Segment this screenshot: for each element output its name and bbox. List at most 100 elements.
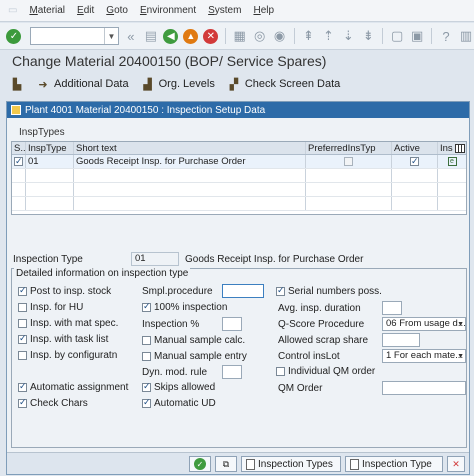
- column-header-select[interactable]: S...: [12, 142, 26, 154]
- inspection-types-button[interactable]: Inspection Types: [241, 456, 341, 472]
- table-row[interactable]: [12, 183, 466, 197]
- allowed-scrap-share-field[interactable]: [382, 333, 420, 347]
- arrow-right-icon: ➜: [38, 78, 48, 91]
- additional-data-button[interactable]: ➜ Additional Data: [36, 77, 128, 91]
- copy-icon: ⧉: [222, 458, 230, 469]
- org-levels-button[interactable]: ▟ Org. Levels: [141, 77, 214, 91]
- find-next-icon[interactable]: ◉: [272, 27, 288, 45]
- allowed-scrap-share-label: Allowed scrap share: [278, 335, 369, 346]
- dyn-mod-rule-field[interactable]: [222, 365, 242, 379]
- save-icon[interactable]: ▤: [143, 27, 159, 45]
- column-header-short-text[interactable]: Short text: [74, 142, 306, 154]
- select-views-icon[interactable]: ▙: [10, 77, 24, 91]
- window-icon: [11, 105, 21, 115]
- row-insp-type: 01: [26, 155, 74, 168]
- manual-sample-calc-checkbox[interactable]: Manual sample calc.: [142, 335, 245, 346]
- automatic-ud-checkbox[interactable]: Automatic UD: [142, 397, 216, 409]
- qm-order-field[interactable]: [382, 381, 466, 395]
- detail-frame-label: Detailed information on inspection type: [14, 268, 191, 279]
- exit-icon[interactable]: ▲: [183, 27, 199, 45]
- document-icon: [350, 458, 359, 470]
- individual-qm-order-checkbox[interactable]: Individual QM order: [276, 366, 375, 377]
- table-row[interactable]: [12, 197, 466, 211]
- last-page-icon[interactable]: ⇟: [360, 27, 376, 45]
- menu-system[interactable]: System: [202, 5, 247, 16]
- manual-sample-entry-checkbox[interactable]: Manual sample entry: [142, 351, 247, 362]
- help-icon[interactable]: ?: [438, 27, 454, 45]
- table-row[interactable]: 01 Goods Receipt Insp. for Purchase Orde…: [12, 155, 466, 169]
- inspection-type-field: 01: [131, 252, 179, 266]
- detail-frame: Detailed information on inspection type …: [11, 268, 467, 448]
- row-preferred-checkbox[interactable]: [344, 156, 353, 166]
- new-session-icon[interactable]: ▢: [389, 27, 405, 45]
- menu-material[interactable]: Material: [23, 5, 71, 16]
- control-inslot-select[interactable]: 1 For each mate... ▼: [382, 349, 466, 363]
- menu-bar: ▭ Material Edit Goto Environment System …: [0, 0, 474, 22]
- column-header-active[interactable]: Active: [392, 142, 438, 154]
- dialog-title-bar: Plant 4001 Material 20400150 : Inspectio…: [7, 102, 469, 118]
- chevron-down-icon[interactable]: ▼: [103, 28, 118, 44]
- command-field[interactable]: ▼: [29, 27, 119, 45]
- row-detail-icon[interactable]: e: [447, 156, 457, 166]
- serial-numbers-checkbox[interactable]: Serial numbers poss.: [276, 285, 382, 297]
- copy-button[interactable]: ⧉: [215, 456, 237, 472]
- standard-toolbar: ✓ ▼ « ▤ ◀ ▲ ✕ ▦ ◎ ◉ ⇞ ⇡ ⇣ ⇟ ▢ ▣ ? ▥: [0, 23, 474, 50]
- chevron-down-icon[interactable]: ▼: [457, 351, 464, 362]
- back-icon[interactable]: ◀: [163, 27, 179, 45]
- chevron-down-icon[interactable]: ▼: [457, 319, 464, 330]
- toolbar-separator: [431, 28, 433, 44]
- dyn-mod-rule-label: Dyn. mod. rule: [142, 367, 208, 378]
- insp-with-task-list-checkbox[interactable]: Insp. with task list: [18, 333, 108, 345]
- avg-insp-duration-field[interactable]: [382, 301, 402, 315]
- check-screen-data-button[interactable]: ▞ Check Screen Data: [227, 77, 341, 91]
- table-row[interactable]: [12, 169, 466, 183]
- shortcut-icon[interactable]: ▣: [409, 27, 425, 45]
- smpl-procedure-field[interactable]: ▭: [222, 284, 264, 298]
- layout-icon[interactable]: ▥: [458, 27, 474, 45]
- row-active-checkbox[interactable]: [410, 155, 419, 168]
- menu-environment[interactable]: Environment: [134, 5, 202, 16]
- column-header-preferred[interactable]: PreferredInsTyp: [306, 142, 392, 154]
- table-settings-icon[interactable]: [454, 143, 465, 153]
- check-screen-icon: ▞: [229, 78, 239, 91]
- previous-page-icon[interactable]: ⇡: [320, 27, 336, 45]
- insp-by-configuratn-checkbox[interactable]: Insp. by configuratn: [18, 350, 117, 361]
- smpl-procedure-label: Smpl.procedure: [142, 286, 213, 297]
- first-page-icon[interactable]: ⇞: [300, 27, 316, 45]
- inspection-type-label: Inspection Type: [13, 254, 83, 265]
- page-title: Change Material 20400150 (BOP/ Service S…: [12, 53, 327, 69]
- control-inslot-label: Control insLot: [278, 351, 340, 362]
- inspection-100-checkbox[interactable]: 100% inspection: [142, 301, 227, 313]
- print-icon[interactable]: ▦: [232, 27, 248, 45]
- inspection-pct-field[interactable]: [222, 317, 242, 331]
- column-header-insp-type[interactable]: InspType: [26, 142, 74, 154]
- menu-edit[interactable]: Edit: [71, 5, 100, 16]
- column-header-ins[interactable]: Ins: [438, 142, 466, 154]
- next-page-icon[interactable]: ⇣: [340, 27, 356, 45]
- enter-check-icon[interactable]: ✓: [6, 27, 22, 45]
- check-chars-checkbox[interactable]: Check Chars: [18, 397, 88, 409]
- application-toolbar: ▙ ➜ Additional Data ▟ Org. Levels ▞ Chec…: [0, 72, 474, 96]
- row-short-text: Goods Receipt Insp. for Purchase Order: [74, 155, 306, 168]
- qscore-procedure-select[interactable]: 06 From usage d... ▼: [382, 317, 466, 331]
- close-icon: ✕: [452, 458, 460, 469]
- org-levels-icon: ▟: [143, 78, 152, 91]
- post-to-insp-stock-checkbox[interactable]: Post to insp. stock: [18, 285, 111, 297]
- continue-button[interactable]: ✓: [189, 456, 211, 472]
- inspection-type-button[interactable]: Inspection Type: [345, 456, 443, 472]
- command-history-icon[interactable]: «: [123, 27, 139, 45]
- avg-insp-duration-label: Avg. insp. duration: [278, 303, 361, 314]
- automatic-assignment-checkbox[interactable]: Automatic assignment: [18, 381, 128, 393]
- menu-goto[interactable]: Goto: [100, 5, 134, 16]
- skips-allowed-checkbox[interactable]: Skips allowed: [142, 381, 215, 393]
- row-select-checkbox[interactable]: [14, 155, 23, 168]
- menu-help[interactable]: Help: [247, 5, 280, 16]
- cancel-icon[interactable]: ✕: [203, 27, 219, 45]
- find-icon[interactable]: ◎: [252, 27, 268, 45]
- inspection-type-text: Goods Receipt Insp. for Purchase Order: [185, 254, 364, 265]
- insp-types-label: InspTypes: [19, 127, 65, 138]
- insp-with-mat-spec-checkbox[interactable]: Insp. with mat spec.: [18, 318, 118, 329]
- menu-system-icon[interactable]: ▭: [2, 5, 23, 16]
- insp-for-hu-checkbox[interactable]: Insp. for HU: [18, 302, 83, 313]
- cancel-button[interactable]: ✕: [447, 456, 465, 472]
